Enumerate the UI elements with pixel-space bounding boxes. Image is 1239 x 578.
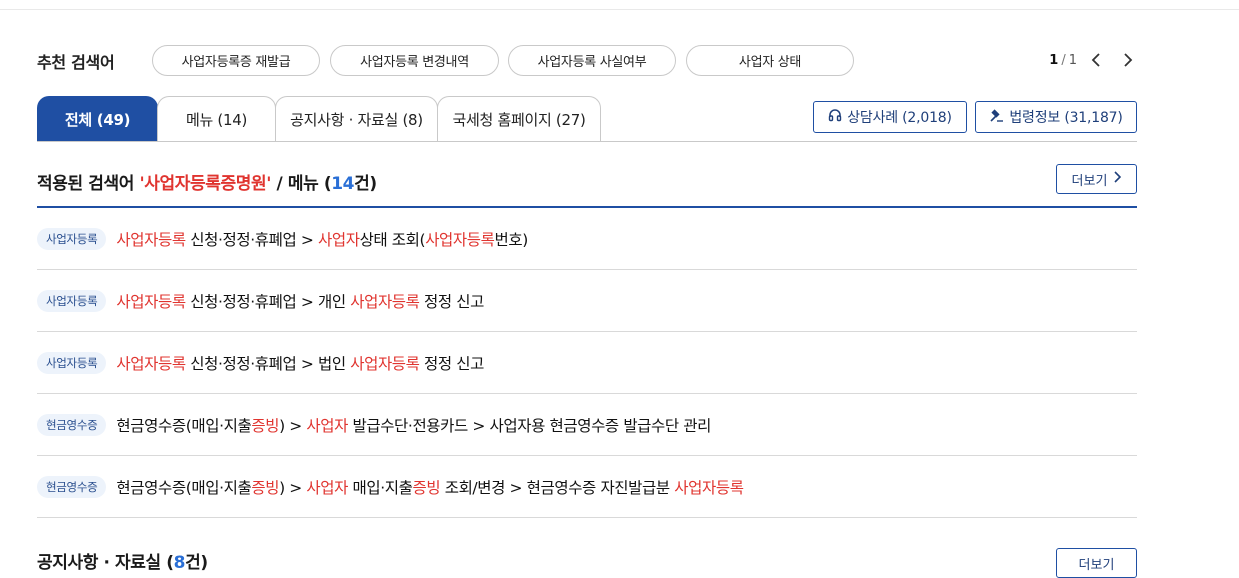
category-badge: 현금영수증 [37,475,107,498]
tab-menu[interactable]: 메뉴 (14) [157,96,276,142]
consult-cases-label: 상담사례 (2,018) [847,110,952,126]
section-title-middle: / 메뉴 ( [271,174,332,194]
highlighted-term: 사업자등록 [116,230,186,249]
category-badge: 사업자등록 [37,227,107,250]
highlighted-term: 사업자 [306,416,348,435]
path-text: 신청·정정·휴폐업 > 개인 [185,292,351,311]
path-text: 발급수단·전용카드 > 사업자용 현금영수증 발급수단 관리 [347,416,712,435]
tab-divider [37,141,1137,142]
result-link[interactable]: 현금영수증(매입·지출증빙) > 사업자 발급수단·전용카드 > 사업자용 현금… [116,414,711,436]
menu-result-list: 사업자등록 사업자등록 신청·정정·휴폐업 > 사업자상태 조회(사업자등록번호)… [37,208,1137,518]
path-text: 신청·정정·휴폐업 > 법인 [185,354,351,373]
path-text: 매입·지출 [347,478,413,497]
path-text: 번호) [494,230,529,249]
next-section-title-text: 공지사항 · 자료실 ( [37,553,174,573]
menu-section-header: 적용된 검색어 '사업자등록증명원' / 메뉴 (14건) 더보기 [37,164,1137,196]
highlighted-term: 사업자등록 [674,478,744,497]
chevron-left-icon[interactable] [1087,51,1105,69]
next-section-title: 공지사항 · 자료실 (8건) [37,548,208,573]
highlighted-term: 증빙 [412,478,441,497]
recommended-title: 추천 검색어 [37,53,115,72]
pager-current: 1 [1049,52,1059,68]
path-text: 현금영수증(매입·지출 [116,416,252,435]
highlighted-term: 사업자등록 [116,292,186,311]
highlighted-term: 사업자등록 [350,292,420,311]
result-row[interactable]: 사업자등록 사업자등록 신청·정정·휴폐업 > 사업자상태 조회(사업자등록번호) [37,208,1137,270]
law-info-button[interactable]: 법령정보 (31,187) [975,101,1137,133]
next-more-button[interactable]: 더보기 [1056,548,1137,578]
path-text: 현금영수증(매입·지출 [116,478,252,497]
recommended-keywords: 추천 검색어 사업자등록증 재발급 사업자등록 변경내역 사업자등록 사실여부 … [37,44,1137,76]
keyword-chip[interactable]: 사업자등록 사실여부 [508,45,676,76]
pager-separator: / [1061,52,1066,68]
path-text: 정정 신고 [419,354,485,373]
section-title: 적용된 검색어 '사업자등록증명원' / 메뉴 (14건) [37,169,377,194]
category-badge: 사업자등록 [37,289,107,312]
result-link[interactable]: 사업자등록 신청·정정·휴폐업 > 사업자상태 조회(사업자등록번호) [116,228,529,250]
next-section-suffix: 건) [185,553,208,573]
result-tabs: 전체 (49) 메뉴 (14) 공지사항 · 자료실 (8) 국세청 홈페이지 … [37,96,601,142]
law-info-label: 법령정보 (31,187) [1009,110,1123,126]
keyword-pager: 1 / 1 [1049,44,1137,76]
result-row[interactable]: 현금영수증 현금영수증(매입·지출증빙) > 사업자 발급수단·전용카드 > 사업… [37,394,1137,456]
chevron-right-icon [1113,171,1122,187]
path-text: ) > [279,416,307,435]
path-text: 신청·정정·휴폐업 > [185,230,318,249]
path-text: 조회/변경 > 현금영수증 자진발급분 [440,478,675,497]
path-text: 정정 신고 [419,292,485,311]
applied-keyword: '사업자등록증명원' [139,174,272,194]
result-link[interactable]: 사업자등록 신청·정정·휴폐업 > 법인 사업자등록 정정 신고 [116,352,484,374]
consult-cases-button[interactable]: 상담사례 (2,018) [813,101,967,133]
highlighted-term: 사업자등록 [425,230,495,249]
path-text: ) > [279,478,307,497]
category-badge: 사업자등록 [37,351,107,374]
highlighted-term: 사업자 [306,478,348,497]
gavel-icon [989,108,1004,127]
tab-all[interactable]: 전체 (49) [37,96,158,142]
tab-nts-homepage[interactable]: 국세청 홈페이지 (27) [437,96,601,142]
result-count: 14 [331,174,355,194]
more-label: 더보기 [1071,173,1108,189]
result-row[interactable]: 사업자등록 사업자등록 신청·정정·휴폐업 > 법인 사업자등록 정정 신고 [37,332,1137,394]
headset-icon [828,108,842,126]
section-title-suffix: 건) [354,174,377,194]
result-link[interactable]: 사업자등록 신청·정정·휴폐업 > 개인 사업자등록 정정 신고 [116,290,484,312]
next-section-count: 8 [173,553,186,573]
highlighted-term: 사업자등록 [116,354,186,373]
highlighted-term: 증빙 [251,416,280,435]
pager-total: 1 [1068,52,1077,68]
keyword-chip[interactable]: 사업자등록증 재발급 [152,45,320,76]
highlighted-term: 사업자등록 [350,354,420,373]
tab-notice-library[interactable]: 공지사항 · 자료실 (8) [275,96,438,142]
top-divider [0,9,1239,10]
result-row[interactable]: 사업자등록 사업자등록 신청·정정·휴폐업 > 개인 사업자등록 정정 신고 [37,270,1137,332]
keyword-chip[interactable]: 사업자 상태 [686,45,854,76]
path-text: 상태 조회( [359,230,426,249]
result-row[interactable]: 현금영수증 현금영수증(매입·지출증빙) > 사업자 매입·지출증빙 조회/변경 … [37,456,1137,518]
section-title-prefix: 적용된 검색어 [37,174,140,194]
highlighted-term: 증빙 [251,478,280,497]
more-button[interactable]: 더보기 [1056,164,1137,194]
next-more-label: 더보기 [1078,557,1115,573]
keyword-chip[interactable]: 사업자등록 변경내역 [330,45,499,76]
chevron-right-icon[interactable] [1119,51,1137,69]
highlighted-term: 사업자 [317,230,360,249]
category-badge: 현금영수증 [37,413,107,436]
result-link[interactable]: 현금영수증(매입·지출증빙) > 사업자 매입·지출증빙 조회/변경 > 현금영… [116,476,744,498]
